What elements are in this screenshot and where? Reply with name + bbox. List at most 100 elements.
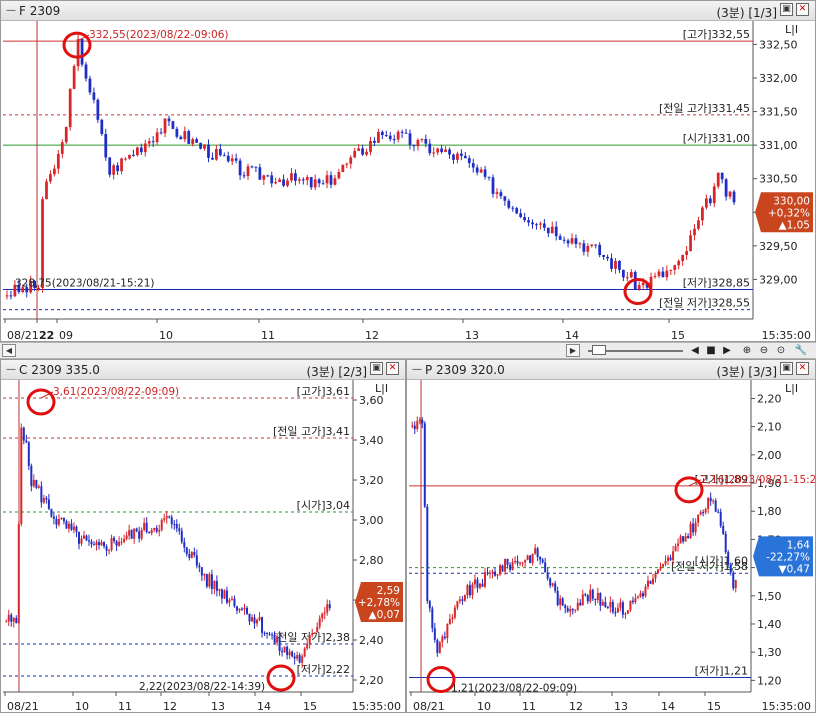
- candle-body: [75, 526, 78, 532]
- zoom-out-icon[interactable]: ⊖: [757, 344, 771, 357]
- candle-body: [400, 131, 404, 133]
- candle-body: [674, 546, 677, 552]
- candle-body: [178, 528, 181, 531]
- scroll-right-button[interactable]: ▶: [566, 344, 580, 357]
- zoom-in-icon[interactable]: ⊕: [740, 344, 754, 357]
- time-tick-label: 10: [477, 700, 491, 713]
- wrench-icon[interactable]: 🔧: [794, 344, 808, 357]
- candle-body: [203, 574, 206, 576]
- candle-body: [610, 258, 613, 269]
- candle-body: [524, 559, 527, 563]
- scroll-left-button[interactable]: ◀: [2, 344, 16, 357]
- zoom-reset-icon[interactable]: ⊙: [774, 344, 788, 357]
- panel-menu-icon[interactable]: —: [6, 364, 16, 375]
- candle-body: [669, 269, 673, 271]
- candle-body: [233, 598, 236, 607]
- candle-body: [453, 607, 456, 618]
- candle-body: [112, 165, 116, 175]
- close-icon[interactable]: ✕: [386, 362, 399, 375]
- candle-body: [516, 560, 519, 564]
- candle-body: [714, 500, 717, 512]
- current-change-pct: -22,27%: [766, 551, 810, 563]
- candle-body: [50, 508, 53, 517]
- candle-body: [657, 271, 661, 276]
- candle-body: [531, 222, 534, 225]
- price-tick-label: 330,50: [759, 173, 798, 186]
- candle-body: [416, 420, 419, 430]
- candle-body: [501, 565, 504, 572]
- candle-body: [316, 626, 319, 633]
- panel-menu-icon[interactable]: —: [412, 364, 422, 375]
- candle-body: [701, 207, 704, 221]
- candle-body: [96, 99, 100, 120]
- candle-body: [467, 158, 471, 164]
- candle-body: [118, 541, 121, 546]
- candle-body: [448, 149, 451, 155]
- candle-body: [268, 633, 271, 635]
- candle-body: [158, 529, 161, 532]
- candle-body: [104, 133, 108, 158]
- candle-body: [529, 555, 532, 564]
- futures-candle-chart[interactable]: 332,50 332,00 331,50 331,00 330,50 330,00 329,…: [1, 21, 815, 342]
- candle-body: [408, 133, 412, 145]
- candle-body: [70, 523, 73, 530]
- candle-body: [37, 486, 40, 488]
- candle-body: [561, 598, 564, 606]
- candle-body: [203, 144, 206, 149]
- candle-body: [636, 596, 639, 599]
- candle-body: [49, 174, 52, 182]
- candle-body: [629, 272, 633, 278]
- candle-body: [463, 155, 467, 159]
- candle-body: [132, 154, 135, 156]
- candle-body: [582, 243, 586, 252]
- candle-body: [228, 599, 231, 603]
- candle-body: [728, 191, 732, 197]
- stop-icon[interactable]: ■: [704, 344, 718, 357]
- candle-body: [541, 559, 544, 563]
- play-back-icon[interactable]: ◀: [688, 344, 702, 357]
- current-change-pct: +0,32%: [768, 207, 810, 219]
- candle-body: [191, 139, 195, 144]
- settings-icon[interactable]: ▣: [370, 362, 383, 375]
- candle-body: [574, 609, 577, 611]
- candle-body: [539, 557, 542, 560]
- candle-body: [225, 590, 228, 603]
- candle-body: [262, 175, 266, 180]
- panel-menu-icon[interactable]: —: [6, 5, 16, 16]
- candle-body: [199, 142, 202, 149]
- candle-body: [108, 549, 111, 551]
- candle-body: [478, 583, 481, 588]
- candle-body: [586, 245, 590, 252]
- candle-body: [424, 138, 428, 144]
- candle-body: [222, 155, 226, 157]
- plot-area: [3, 27, 753, 317]
- candle-body: [559, 598, 562, 606]
- zoom-slider[interactable]: [588, 344, 683, 357]
- candle-body: [147, 141, 151, 144]
- candle-body: [230, 158, 234, 162]
- settings-icon[interactable]: ▣: [780, 362, 793, 375]
- close-icon[interactable]: ✕: [796, 362, 809, 375]
- current-change: ▲1,05: [779, 219, 810, 231]
- settings-icon[interactable]: ▣: [780, 3, 793, 16]
- close-icon[interactable]: ✕: [796, 3, 809, 16]
- candle-body: [65, 521, 68, 529]
- candle-body: [365, 151, 368, 155]
- time-tick-label: 15: [707, 700, 721, 713]
- candle-body: [55, 518, 58, 525]
- reference-label: [전일 고가]3,41: [273, 424, 350, 438]
- call-option-candle-chart[interactable]: 3,603,403,203,002,802,602,402,20[고가]3,61…: [1, 380, 405, 713]
- candle-body: [495, 192, 499, 194]
- put-option-candle-chart[interactable]: 2,202,102,001,901,801,701,601,501,401,30…: [407, 380, 815, 713]
- price-tick-label: 3,60: [359, 394, 384, 407]
- candle-body: [488, 572, 491, 574]
- candle-body: [413, 425, 416, 430]
- candle-body: [57, 519, 60, 525]
- candle-body: [95, 542, 98, 546]
- price-tick-label: 329,50: [759, 240, 798, 253]
- play-forward-icon[interactable]: ▶: [720, 344, 734, 357]
- candle-body: [452, 154, 455, 160]
- candle-body: [662, 564, 665, 567]
- candle-body: [669, 557, 672, 561]
- chart-scrollbar[interactable]: ◀ ▶ ◀ ■ ▶ ⊕ ⊖ ⊙ 🔧: [0, 342, 816, 359]
